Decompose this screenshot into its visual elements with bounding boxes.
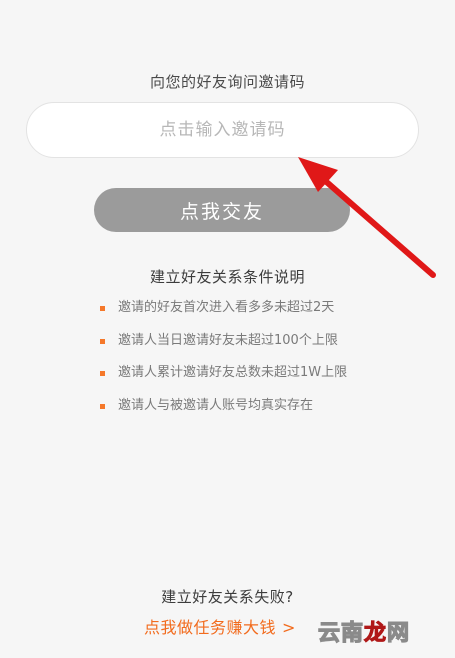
square-bullet-icon: [100, 338, 105, 344]
watermark-logo: 云南龙网: [317, 615, 440, 647]
watermark-part-1: 云南: [317, 620, 365, 646]
watermark-text: 云南龙网: [317, 615, 411, 647]
rule-item: 邀请人与被邀请人账号均真实存在: [98, 395, 347, 428]
rules-list: 邀请的好友首次进入看多多未超过2天 邀请人当日邀请好友未超过100个上限 邀请人…: [98, 297, 347, 427]
friend-fail-text: 建立好友关系失败?: [161, 588, 294, 606]
invite-prompt: 向您的好友询问邀请码: [149, 73, 305, 91]
rules-title: 建立好友关系条件说明: [149, 268, 305, 286]
invite-code-input[interactable]: [26, 102, 419, 158]
watermark-part-2: 龙: [364, 621, 388, 647]
rule-item: 邀请的好友首次进入看多多未超过2天: [98, 297, 347, 330]
square-bullet-icon: [100, 403, 105, 409]
rule-item: 邀请人累计邀请好友总数未超过1W上限: [98, 362, 347, 395]
chevron-right-icon: >: [282, 618, 296, 637]
square-bullet-icon: [100, 371, 105, 376]
rule-text: 邀请人累计邀请好友总数未超过1W上限: [118, 365, 348, 380]
square-bullet-icon: [100, 306, 105, 311]
watermark-part-3: 网: [386, 620, 411, 646]
rule-text: 邀请人当日邀请好友未超过100个上限: [118, 332, 338, 348]
do-task-link-label: 点我做任务赚大钱: [144, 618, 277, 637]
make-friend-button[interactable]: 点我交友: [94, 188, 350, 232]
rule-text: 邀请人与被邀请人账号均真实存在: [118, 397, 314, 413]
rule-item: 邀请人当日邀请好友未超过100个上限: [98, 330, 347, 363]
rule-text: 邀请的好友首次进入看多多未超过2天: [118, 300, 335, 315]
do-task-link[interactable]: 点我做任务赚大钱 >: [144, 614, 296, 638]
